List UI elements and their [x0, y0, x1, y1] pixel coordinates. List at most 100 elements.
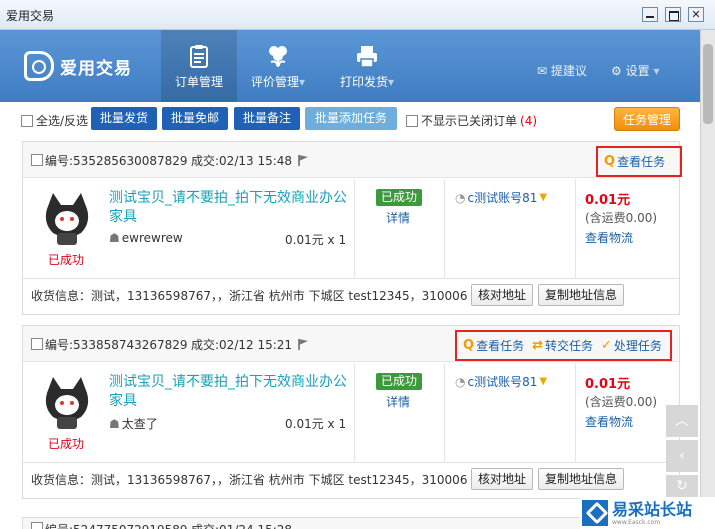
- task-actions-box: Q 查看任务 ⇄ 转交任务 ✓ 处理任务: [455, 330, 672, 361]
- price-quantity: 0.01元 x 1: [285, 417, 347, 431]
- watermark-text: 易采站长站: [612, 499, 693, 519]
- status-badge: 已成功: [376, 373, 422, 390]
- account-name: c测试账号81: [467, 191, 538, 205]
- product-title-link[interactable]: 测试宝贝_请不要拍_拍下无效商业办公家具: [109, 189, 349, 227]
- batch-note-button[interactable]: 批量备注: [234, 107, 300, 130]
- product-title-link[interactable]: 测试宝贝_请不要拍_拍下无效商业办公家具: [109, 373, 349, 411]
- scrollbar-thumb[interactable]: [703, 44, 713, 124]
- buyer-name[interactable]: ewrewrew: [122, 231, 183, 245]
- check-circle-icon: ✓: [601, 338, 612, 353]
- tab-order-management[interactable]: 订单管理: [161, 30, 237, 102]
- minimize-button[interactable]: [642, 7, 658, 22]
- column-divider: [444, 363, 445, 463]
- close-button[interactable]: ✕: [688, 7, 704, 22]
- suggest-label: 提建议: [550, 64, 587, 78]
- column-divider: [354, 363, 355, 463]
- copy-address-button[interactable]: 复制地址信息: [538, 284, 624, 306]
- shipping-address: 收货信息：测试，13136598767，，浙江省 杭州市 下城区 test123…: [31, 289, 468, 303]
- view-task-link[interactable]: Q 查看任务: [604, 153, 665, 170]
- task-actions-box: Q 查看任务: [596, 146, 682, 177]
- column-divider: [444, 179, 445, 279]
- watermark-logo-icon: [582, 500, 608, 526]
- thumb-status: 已成功: [48, 253, 85, 267]
- flower-icon: [269, 46, 287, 67]
- flag-icon[interactable]: [297, 338, 309, 350]
- view-task-link[interactable]: Q 查看任务: [463, 337, 524, 354]
- deal-time: 成交:02/12 15:21: [191, 338, 293, 352]
- checkbox-box[interactable]: [21, 114, 33, 127]
- suggest-link[interactable]: ✉ 提建议: [537, 62, 587, 79]
- product-thumbnail[interactable]: [37, 373, 97, 431]
- maximize-button[interactable]: [665, 7, 681, 22]
- order-body: 已成功 测试宝贝_请不要拍_拍下无效商业办公家具 ☗ ewrewrew 0.01…: [23, 179, 679, 279]
- tab-review-management[interactable]: 评价管理▾: [240, 30, 316, 102]
- transfer-task-link[interactable]: ⇄ 转交任务: [532, 337, 593, 354]
- window-title: 爱用交易: [6, 9, 55, 23]
- detail-link[interactable]: 详情: [386, 209, 410, 226]
- closed-count: (4): [520, 113, 538, 128]
- detail-link[interactable]: 详情: [386, 393, 410, 410]
- account-avatar-icon: ◔: [455, 190, 466, 205]
- filter-icon[interactable]: ▼: [539, 376, 547, 387]
- batch-toolbar: 全选/反选 批量发货 批量免邮 批量备注 批量添加任务 不显示已关闭订单 (4) …: [0, 102, 700, 138]
- order-checkbox[interactable]: [31, 154, 43, 166]
- view-logistics-link[interactable]: 查看物流: [585, 229, 633, 246]
- hide-closed-label: 不显示已关闭订单: [421, 114, 518, 128]
- hide-closed-checkbox[interactable]: 不显示已关闭订单 (4): [406, 112, 537, 129]
- price-quantity: 0.01元 x 1: [285, 233, 347, 247]
- handle-task-link[interactable]: ✓ 处理任务: [601, 337, 662, 354]
- deal-time: 成交:01/24 15:28: [191, 521, 292, 529]
- account-info[interactable]: ◔ c测试账号81 ▼: [455, 373, 547, 390]
- view-logistics-link[interactable]: 查看物流: [585, 413, 633, 430]
- order-number: 编号:524775072919589: [45, 521, 188, 529]
- refresh-button[interactable]: ↻: [666, 475, 698, 497]
- product-thumbnail[interactable]: [37, 189, 97, 247]
- batch-free-shipping-button[interactable]: 批量免邮: [162, 107, 228, 130]
- order-header: 编号:535285630087829 成交:02/13 15:48 Q 查看任务: [23, 142, 682, 178]
- order-card: 编号:533858743267829 成交:02/12 15:21 Q 查看任务…: [22, 325, 680, 499]
- column-divider: [354, 179, 355, 279]
- chevron-down-icon: ▾: [298, 75, 306, 89]
- collapse-button[interactable]: ‹: [666, 440, 698, 472]
- buyer-info: ☗ ewrewrew: [109, 231, 183, 245]
- checkbox-box[interactable]: [406, 114, 418, 127]
- user-icon: ☗: [109, 231, 120, 245]
- check-address-button[interactable]: 核对地址: [471, 468, 533, 490]
- tab-print-ship[interactable]: 打印发货▾: [329, 30, 405, 102]
- order-checkbox[interactable]: [31, 338, 43, 350]
- buyer-name[interactable]: 太查了: [122, 415, 158, 432]
- filter-icon[interactable]: ▼: [539, 192, 547, 203]
- chevron-down-icon: ▾: [387, 75, 395, 89]
- vertical-scrollbar[interactable]: [700, 30, 715, 529]
- app-logo: 爱用交易: [24, 50, 132, 82]
- check-address-button[interactable]: 核对地址: [471, 284, 533, 306]
- envelope-icon: ✉: [537, 64, 548, 78]
- view-task-label: 查看任务: [476, 339, 525, 353]
- settings-link[interactable]: ⚙ 设置 ▾: [611, 62, 659, 79]
- app-header: 爱用交易 订单管理 评价管理▾ 打印发货▾ ✉ 提建议 ⚙ 设置 ▾: [0, 30, 700, 102]
- tab-label: 打印发货: [339, 75, 388, 89]
- transfer-task-label: 转交任务: [544, 339, 593, 353]
- shipping-fee: (含运费0.00): [585, 211, 658, 225]
- buyer-info: ☗ 太查了: [109, 415, 158, 432]
- copy-address-button[interactable]: 复制地址信息: [538, 468, 624, 490]
- handle-task-label: 处理任务: [613, 339, 662, 353]
- logo-text: 爱用交易: [60, 58, 132, 79]
- printer-icon: [357, 46, 377, 68]
- column-divider: [575, 363, 576, 463]
- select-all-label: 全选/反选: [36, 114, 89, 128]
- status-badge: 已成功: [376, 189, 422, 206]
- order-checkbox[interactable]: [31, 522, 43, 529]
- batch-add-task-button[interactable]: 批量添加任务: [305, 107, 397, 130]
- tab-label: 订单管理: [174, 75, 223, 89]
- batch-ship-button[interactable]: 批量发货: [91, 107, 157, 130]
- flag-icon[interactable]: [297, 154, 309, 166]
- order-total: 0.01元: [585, 193, 631, 208]
- select-all-checkbox[interactable]: 全选/反选: [21, 112, 88, 129]
- order-body: 已成功 测试宝贝_请不要拍_拍下无效商业办公家具 ☗ 太查了 0.01元 x 1…: [23, 363, 679, 463]
- account-info[interactable]: ◔ c测试账号81 ▼: [455, 189, 547, 206]
- scroll-top-button[interactable]: ︿: [666, 405, 698, 437]
- shipping-fee: (含运费0.00): [585, 395, 658, 409]
- search-icon: Q: [463, 338, 475, 353]
- task-manage-button[interactable]: 任务管理: [614, 107, 680, 131]
